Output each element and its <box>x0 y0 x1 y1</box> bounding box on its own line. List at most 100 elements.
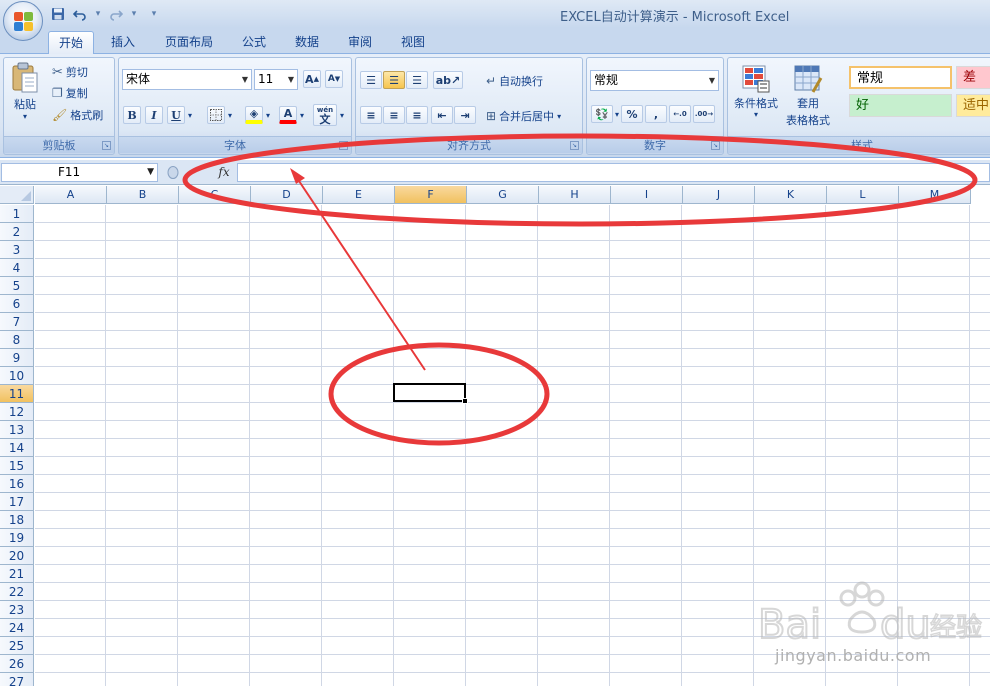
select-all-corner[interactable] <box>0 186 34 204</box>
column-header-l[interactable]: L <box>827 186 899 204</box>
tab-insert[interactable]: 插入 <box>100 31 146 54</box>
cut-button[interactable]: ✂ 剪切 <box>52 64 88 80</box>
column-header-h[interactable]: H <box>539 186 611 204</box>
tab-formulas[interactable]: 公式 <box>232 31 276 54</box>
row-header-7[interactable]: 7 <box>0 313 34 331</box>
row-header-10[interactable]: 10 <box>0 367 34 385</box>
comma-button[interactable]: , <box>645 105 668 123</box>
row-header-2[interactable]: 2 <box>0 223 34 241</box>
font-launcher-icon[interactable]: ↘ <box>339 141 348 150</box>
column-header-k[interactable]: K <box>755 186 827 204</box>
row-header-27[interactable]: 27 <box>0 673 34 686</box>
align-right-icon[interactable]: ≡ <box>406 106 428 124</box>
tab-review[interactable]: 审阅 <box>338 31 382 54</box>
row-header-3[interactable]: 3 <box>0 241 34 259</box>
align-middle-icon[interactable]: ☰ <box>383 71 405 89</box>
alignment-launcher-icon[interactable]: ↘ <box>570 141 579 150</box>
borders-button[interactable]: ▾ <box>207 106 232 124</box>
underline-button[interactable]: U ▾ <box>167 106 192 124</box>
row-header-14[interactable]: 14 <box>0 439 34 457</box>
row-header-20[interactable]: 20 <box>0 547 34 565</box>
row-header-25[interactable]: 25 <box>0 637 34 655</box>
undo-icon[interactable] <box>70 5 90 23</box>
format-painter-button[interactable]: 🖌 格式刷 <box>52 107 103 123</box>
redo-icon[interactable] <box>106 5 126 23</box>
fill-color-button[interactable]: ◈ ▾ <box>245 106 270 124</box>
row-header-24[interactable]: 24 <box>0 619 34 637</box>
insert-function-icon[interactable]: fx <box>212 163 236 182</box>
style-normal[interactable]: 常规 <box>849 66 952 89</box>
row-header-21[interactable]: 21 <box>0 565 34 583</box>
grow-font-button[interactable]: A ▲ <box>303 70 321 88</box>
row-header-19[interactable]: 19 <box>0 529 34 547</box>
copy-button[interactable]: ❐ 复制 <box>52 85 88 101</box>
orientation-icon[interactable]: ab↗ <box>433 71 463 89</box>
row-header-16[interactable]: 16 <box>0 475 34 493</box>
number-format-select[interactable]: 常规 ▼ <box>590 70 719 91</box>
align-left-icon[interactable]: ≡ <box>360 106 382 124</box>
tab-data[interactable]: 数据 <box>285 31 329 54</box>
format-as-table-button[interactable]: 套用 表格格式 <box>786 64 830 128</box>
column-header-d[interactable]: D <box>251 186 323 204</box>
active-cell[interactable] <box>393 383 466 402</box>
currency-icon[interactable]: 💱 <box>591 105 613 123</box>
column-header-i[interactable]: I <box>611 186 683 204</box>
align-center-icon[interactable]: ≡ <box>383 106 405 124</box>
tab-home[interactable]: 开始 <box>48 31 94 54</box>
conditional-format-button[interactable]: 条件格式 ▾ <box>734 64 778 119</box>
column-header-g[interactable]: G <box>467 186 539 204</box>
office-button[interactable] <box>3 1 43 41</box>
row-header-5[interactable]: 5 <box>0 277 34 295</box>
column-header-m[interactable]: M <box>899 186 971 204</box>
phonetic-button[interactable]: wén 文 ▾ <box>313 104 344 126</box>
row-header-13[interactable]: 13 <box>0 421 34 439</box>
column-header-c[interactable]: C <box>179 186 251 204</box>
style-good[interactable]: 好 <box>849 94 952 117</box>
merge-center-button[interactable]: ⊞ 合并后居中 ▾ <box>486 108 561 124</box>
tab-page-layout[interactable]: 页面布局 <box>156 31 222 54</box>
redo-dropdown-icon[interactable]: ▾ <box>128 5 140 23</box>
formula-input[interactable] <box>237 163 990 182</box>
percent-button[interactable]: % <box>621 105 644 123</box>
save-icon[interactable] <box>48 5 68 23</box>
row-header-17[interactable]: 17 <box>0 493 34 511</box>
customize-qat-icon[interactable]: ▾ <box>148 5 160 23</box>
bold-button[interactable]: B <box>123 106 141 124</box>
font-color-button[interactable]: A ▾ <box>279 106 304 124</box>
style-bad[interactable]: 差 <box>956 66 990 89</box>
increase-decimal-icon[interactable]: ←.0 <box>669 105 692 123</box>
row-header-11[interactable]: 11 <box>0 385 34 403</box>
row-header-22[interactable]: 22 <box>0 583 34 601</box>
italic-button[interactable]: I <box>145 106 163 124</box>
align-bottom-icon[interactable]: ☰ <box>406 71 428 89</box>
tab-view[interactable]: 视图 <box>391 31 435 54</box>
decrease-decimal-icon[interactable]: .00→ <box>693 105 716 123</box>
row-header-15[interactable]: 15 <box>0 457 34 475</box>
name-box[interactable]: F11 ▼ <box>1 163 158 182</box>
undo-dropdown-icon[interactable]: ▾ <box>92 5 104 23</box>
row-header-12[interactable]: 12 <box>0 403 34 421</box>
fill-handle[interactable] <box>462 398 468 404</box>
row-header-26[interactable]: 26 <box>0 655 34 673</box>
increase-indent-icon[interactable]: ⇥ <box>454 106 476 124</box>
font-name-select[interactable]: 宋体 ▼ <box>122 69 252 90</box>
wrap-text-button[interactable]: ↵ 自动换行 <box>486 73 543 89</box>
column-header-j[interactable]: J <box>683 186 755 204</box>
row-header-6[interactable]: 6 <box>0 295 34 313</box>
clipboard-launcher-icon[interactable]: ↘ <box>102 141 111 150</box>
decrease-indent-icon[interactable]: ⇤ <box>431 106 453 124</box>
row-header-8[interactable]: 8 <box>0 331 34 349</box>
shrink-font-button[interactable]: A ▼ <box>325 70 343 88</box>
row-header-1[interactable]: 1 <box>0 205 34 223</box>
align-top-icon[interactable]: ☰ <box>360 71 382 89</box>
row-header-18[interactable]: 18 <box>0 511 34 529</box>
formula-bar-resize-icon[interactable] <box>160 163 187 182</box>
column-header-f[interactable]: F <box>395 186 467 204</box>
row-header-23[interactable]: 23 <box>0 601 34 619</box>
column-header-a[interactable]: A <box>35 186 107 204</box>
column-header-b[interactable]: B <box>107 186 179 204</box>
row-header-9[interactable]: 9 <box>0 349 34 367</box>
row-header-4[interactable]: 4 <box>0 259 34 277</box>
style-neutral[interactable]: 适中 <box>956 94 990 117</box>
number-launcher-icon[interactable]: ↘ <box>711 141 720 150</box>
